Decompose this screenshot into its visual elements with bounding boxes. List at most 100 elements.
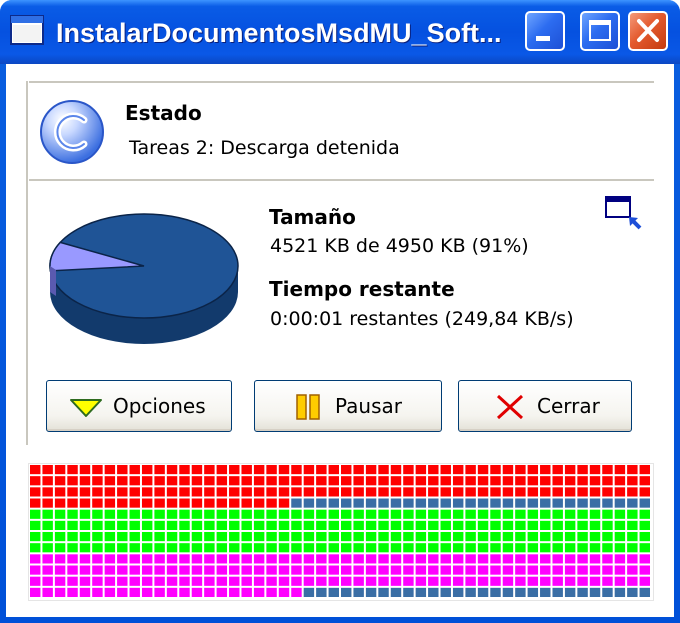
options-label: Opciones xyxy=(113,394,206,418)
segment-cell xyxy=(378,554,389,564)
segment-cell xyxy=(179,554,190,564)
segment-cell xyxy=(241,476,252,486)
minimize-button[interactable] xyxy=(525,11,565,51)
segment-cell xyxy=(179,498,190,508)
segment-cell xyxy=(540,543,551,553)
segment-cell xyxy=(440,587,451,597)
segment-cell xyxy=(639,520,650,530)
maximize-button[interactable] xyxy=(580,11,620,51)
segment-cell xyxy=(79,509,91,519)
segment-cell xyxy=(502,465,514,475)
segment-cell xyxy=(477,509,489,519)
segment-cell xyxy=(452,587,464,597)
segment-cell xyxy=(241,587,252,597)
segment-cell xyxy=(627,532,638,542)
segment-cell xyxy=(253,520,265,530)
segment-cell xyxy=(104,554,116,564)
segment-cell xyxy=(639,465,650,475)
segment-cell xyxy=(639,565,650,575)
segment-cell xyxy=(229,487,240,497)
segment-cell xyxy=(614,465,626,475)
segment-cell xyxy=(403,554,414,564)
segment-cell xyxy=(204,498,215,508)
segment-cell xyxy=(440,498,451,508)
segment-cell xyxy=(353,509,364,519)
segment-cell xyxy=(527,554,539,564)
segment-cell xyxy=(229,498,240,508)
segment-cell xyxy=(415,465,427,475)
segment-cell xyxy=(166,509,178,519)
segment-cell xyxy=(253,587,265,597)
segment-cell xyxy=(515,565,526,575)
segment-cell xyxy=(204,543,215,553)
segment-cell xyxy=(229,509,240,519)
segment-cell xyxy=(179,465,190,475)
restore-window-icon[interactable] xyxy=(605,196,645,230)
segment-cell xyxy=(540,554,551,564)
close-window-button[interactable] xyxy=(628,11,668,51)
segment-cell xyxy=(129,554,140,564)
segment-cell xyxy=(303,554,315,564)
segment-cell xyxy=(341,587,352,597)
segment-cell xyxy=(614,498,626,508)
segment-cell xyxy=(30,565,41,575)
segment-cell xyxy=(378,543,389,553)
segment-cell xyxy=(216,509,228,519)
segment-cell xyxy=(540,476,551,486)
segment-cell xyxy=(278,532,290,542)
segment-cell xyxy=(365,543,377,553)
segment-cell xyxy=(141,543,153,553)
segment-cell xyxy=(253,498,265,508)
segment-cell xyxy=(303,476,315,486)
window-title: InstalarDocumentosMsdMU_Soft... xyxy=(56,18,502,48)
segment-cell xyxy=(589,576,601,586)
status-heading: Estado xyxy=(125,101,202,125)
segment-cell xyxy=(378,509,389,519)
size-text: 4521 KB de 4950 KB (91%) xyxy=(270,235,529,257)
pause-button[interactable]: Pausar xyxy=(254,380,442,432)
segment-cell xyxy=(316,498,327,508)
segment-cell xyxy=(216,565,228,575)
segment-cell xyxy=(502,498,514,508)
title-bar[interactable]: InstalarDocumentosMsdMU_Soft... xyxy=(0,0,680,64)
segment-cell xyxy=(428,509,439,519)
segment-cell xyxy=(253,487,265,497)
segment-cell xyxy=(191,487,203,497)
segment-cell xyxy=(54,543,66,553)
segment-cell xyxy=(390,476,402,486)
time-text: 0:00:01 restantes (249,84 KB/s) xyxy=(270,308,574,330)
segment-cell xyxy=(79,543,91,553)
segment-cell xyxy=(564,509,576,519)
segment-cell xyxy=(502,487,514,497)
segment-cell xyxy=(117,520,128,530)
segment-cell xyxy=(614,476,626,486)
segment-cell xyxy=(278,465,290,475)
options-button[interactable]: Opciones xyxy=(46,380,232,432)
segment-cell xyxy=(129,565,140,575)
segment-cell xyxy=(378,520,389,530)
segment-cell xyxy=(104,565,116,575)
segment-cell xyxy=(428,576,439,586)
segment-cell xyxy=(316,520,327,530)
segment-cell xyxy=(303,509,315,519)
segment-cell xyxy=(79,532,91,542)
status-divider xyxy=(26,179,654,182)
segment-cell xyxy=(577,565,588,575)
segment-cell xyxy=(241,576,252,586)
close-button[interactable]: Cerrar xyxy=(458,380,632,432)
segment-cell xyxy=(179,543,190,553)
segment-cell xyxy=(278,543,290,553)
segment-cell xyxy=(540,532,551,542)
segment-cell xyxy=(166,565,178,575)
segment-cell xyxy=(341,554,352,564)
segment-cell xyxy=(440,487,451,497)
segment-cell xyxy=(328,476,339,486)
segment-cell xyxy=(415,520,427,530)
segment-cell xyxy=(241,543,252,553)
segment-cell xyxy=(129,509,140,519)
segment-cell xyxy=(428,587,439,597)
segment-cell xyxy=(129,576,140,586)
segment-cell xyxy=(527,509,539,519)
segment-cell xyxy=(229,465,240,475)
segment-cell xyxy=(30,587,41,597)
